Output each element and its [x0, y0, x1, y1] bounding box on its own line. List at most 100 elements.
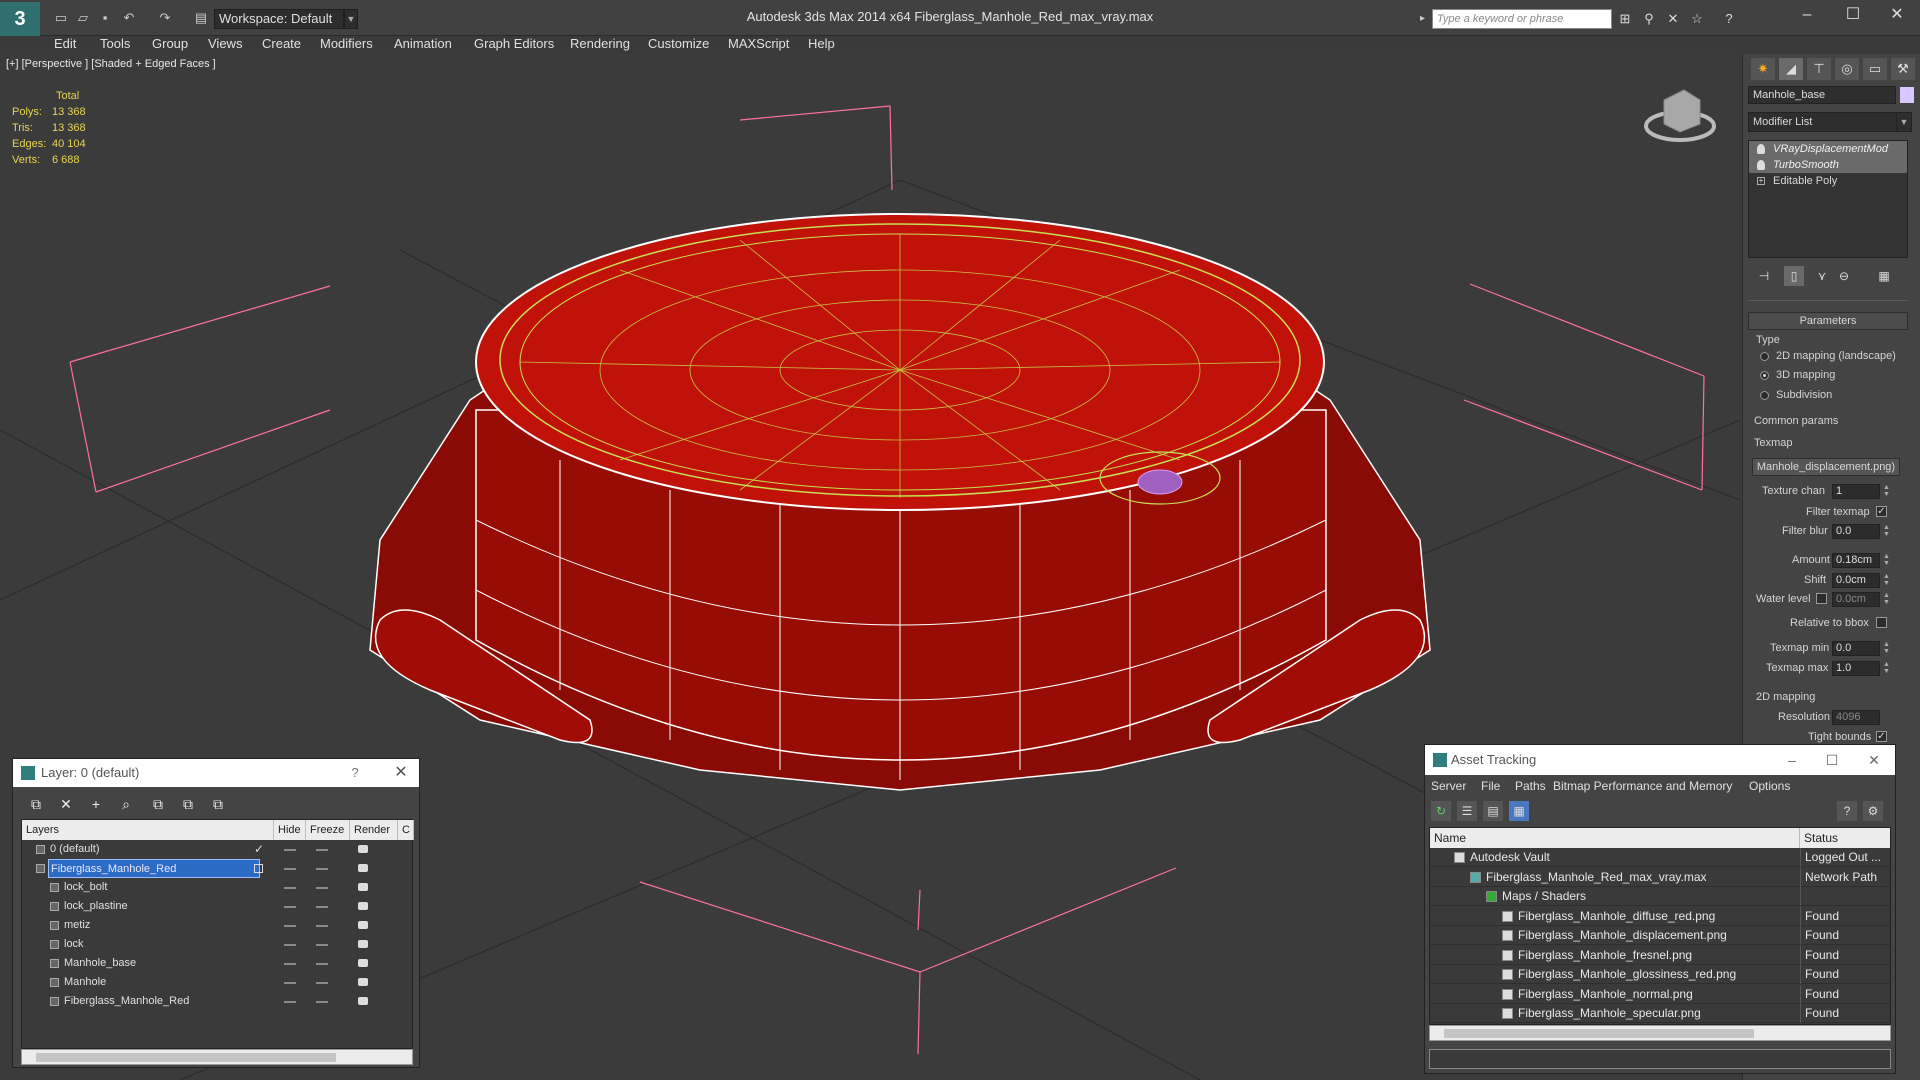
freeze-toggle-icon[interactable] [316, 982, 328, 984]
column-color[interactable]: C [398, 820, 414, 840]
spinner-arrows-icon[interactable]: ▲ ▼ [1882, 661, 1891, 676]
render-toggle-icon[interactable] [358, 921, 368, 929]
asset-row[interactable]: Fiberglass_Manhole_diffuse_red.png Found [1430, 906, 1890, 926]
horizontal-scrollbar[interactable] [1429, 1025, 1891, 1041]
list-view-icon[interactable]: ☰ [1457, 801, 1477, 821]
column-freeze[interactable]: Freeze [306, 820, 350, 840]
column-hide[interactable]: Hide [274, 820, 306, 840]
asset-row[interactable]: Fiberglass_Manhole_Red_max_vray.max Netwo… [1430, 867, 1890, 887]
object-color-swatch[interactable] [1900, 87, 1914, 103]
viewport-label[interactable]: [+] [Perspective ] [Shaded + Edged Faces… [6, 58, 216, 70]
menu-graph-editors[interactable]: Graph Editors [474, 34, 554, 54]
add-to-layer-icon[interactable]: + [85, 793, 107, 815]
spinner-arrows-icon[interactable]: ▲ ▼ [1882, 641, 1891, 656]
shift-spinner[interactable]: 0.0cm [1832, 573, 1880, 588]
menu-create[interactable]: Create [262, 34, 301, 54]
pin-stack-icon[interactable]: ⊣ [1754, 266, 1774, 286]
tree-view-icon[interactable]: ▤ [1483, 801, 1503, 821]
hide-toggle-icon[interactable] [284, 906, 296, 908]
menu-views[interactable]: Views [208, 34, 242, 54]
layer-name[interactable]: lock_plastine [62, 897, 128, 916]
relative-bbox-checkbox[interactable] [1876, 617, 1887, 628]
hide-toggle-icon[interactable] [284, 868, 296, 870]
maximize-button[interactable]: ☐ [1830, 0, 1876, 34]
hide-all-layers-icon[interactable]: ⧉ [177, 793, 199, 815]
highlight-layer-icon[interactable]: ⧉ [147, 793, 169, 815]
layer-row[interactable]: lock_bolt [22, 878, 412, 897]
hide-toggle-icon[interactable] [284, 887, 296, 889]
hide-toggle-icon[interactable] [284, 982, 296, 984]
layer-name[interactable]: Manhole [62, 973, 106, 992]
menu-rendering[interactable]: Rendering [570, 34, 630, 54]
menu-animation[interactable]: Animation [394, 34, 452, 54]
configure-sets-icon[interactable]: ▦ [1874, 266, 1894, 286]
water-level-checkbox[interactable] [1816, 593, 1827, 604]
create-tab-icon[interactable]: ✷ [1751, 58, 1775, 80]
layer-row[interactable]: Manhole_base [22, 954, 412, 973]
settings-icon[interactable]: ⚙ [1863, 801, 1883, 821]
layer-name[interactable]: lock [62, 935, 84, 954]
create-layer-icon[interactable]: ⧉ [25, 793, 47, 815]
amount-spinner[interactable]: 0.18cm [1832, 553, 1880, 568]
stack-item-editable-poly[interactable]: + Editable Poly [1749, 173, 1907, 189]
menu-file[interactable]: File [1481, 775, 1500, 797]
layer-name[interactable]: Fiberglass_Manhole_Red [62, 992, 189, 1011]
layer-name[interactable]: 0 (default) [48, 840, 100, 859]
freeze-toggle-icon[interactable] [316, 925, 328, 927]
render-toggle-icon[interactable] [358, 845, 368, 853]
close-button[interactable]: ✕ [1857, 745, 1891, 775]
hide-toggle-icon[interactable] [284, 963, 296, 965]
table-view-icon[interactable]: ▦ [1509, 801, 1529, 821]
asset-row[interactable]: Fiberglass_Manhole_normal.png Found [1430, 984, 1890, 1004]
minimize-button[interactable]: – [1784, 0, 1830, 34]
scrollbar-thumb[interactable] [1444, 1029, 1754, 1038]
refresh-icon[interactable]: ↻ [1431, 801, 1451, 821]
menu-edit[interactable]: Edit [54, 34, 76, 54]
expand-plus-icon[interactable]: + [1757, 177, 1765, 185]
layer-row[interactable]: lock [22, 935, 412, 954]
lightbulb-icon[interactable] [1757, 160, 1765, 170]
close-button[interactable]: ✕ [389, 759, 413, 787]
asset-row[interactable]: Autodesk Vault Logged Out ... [1430, 848, 1890, 867]
binoculars-icon[interactable]: ⊞ [1616, 10, 1634, 28]
workspace-dropdown[interactable]: Workspace: Default [214, 9, 344, 29]
menu-group[interactable]: Group [152, 34, 188, 54]
resolution-spinner[interactable]: 4096 [1832, 710, 1880, 725]
spinner-arrows-icon[interactable]: ▲ ▼ [1882, 573, 1891, 588]
close-button[interactable]: ✕ [1874, 0, 1920, 34]
save-file-icon[interactable]: ▪ [96, 10, 114, 26]
spinner-arrows-icon[interactable]: ▲ ▼ [1882, 484, 1891, 499]
select-objects-icon[interactable]: ⌕ [115, 793, 137, 815]
subscription-icon[interactable]: ⚲ [1640, 10, 1658, 28]
communication-icon[interactable]: ✕ [1664, 10, 1682, 28]
spinner-arrows-icon[interactable]: ▲ ▼ [1882, 553, 1891, 568]
freeze-all-layers-icon[interactable]: ⧉ [207, 793, 229, 815]
set-current-layer-icon[interactable] [254, 864, 263, 873]
chevron-down-icon[interactable]: ▼ [1896, 112, 1912, 132]
stack-item-vraydisplacement[interactable]: VRayDisplacementMod [1749, 141, 1907, 157]
hide-toggle-icon[interactable] [284, 925, 296, 927]
layer-name[interactable]: lock_bolt [62, 878, 107, 897]
search-expand-icon[interactable]: ▸ [1420, 10, 1430, 28]
radio-subdivision[interactable] [1760, 391, 1769, 400]
menu-options[interactable]: Options [1749, 775, 1790, 797]
help-icon[interactable]: ? [1837, 801, 1857, 821]
parameters-rollout-header[interactable]: Parameters [1748, 312, 1908, 330]
layer-name[interactable]: Manhole_base [62, 954, 136, 973]
layer-name[interactable]: metiz [62, 916, 90, 935]
layer-row[interactable]: Manhole [22, 973, 412, 992]
column-name[interactable]: Name [1430, 828, 1800, 848]
asset-row[interactable]: Maps / Shaders [1430, 887, 1890, 906]
hide-toggle-icon[interactable] [284, 944, 296, 946]
redo-icon[interactable]: ↷ [156, 10, 174, 26]
render-toggle-icon[interactable] [358, 959, 368, 967]
minimize-button[interactable]: – [1775, 745, 1809, 775]
column-status[interactable]: Status [1800, 828, 1890, 848]
spinner-arrows-icon[interactable]: ▲ ▼ [1882, 592, 1891, 607]
column-layers[interactable]: Layers [22, 820, 274, 840]
search-input[interactable]: Type a keyword or phrase [1432, 9, 1612, 29]
render-toggle-icon[interactable] [358, 997, 368, 1005]
scrollbar-thumb[interactable] [36, 1053, 336, 1062]
tight-bounds-checkbox[interactable]: ✓ [1876, 731, 1887, 742]
asset-row[interactable]: Fiberglass_Manhole_glossiness_red.png Fou… [1430, 965, 1890, 984]
